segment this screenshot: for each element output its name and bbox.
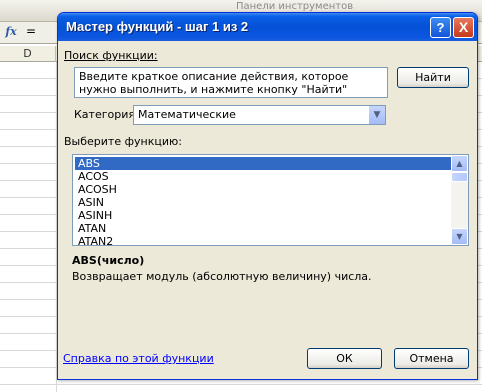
close-icon[interactable]: X (453, 17, 474, 38)
category-select[interactable]: Математические ▼ (133, 105, 386, 125)
category-value: Математические (138, 108, 236, 121)
help-icon[interactable]: ? (430, 17, 451, 38)
list-item[interactable]: ACOSH (75, 183, 451, 196)
cancel-button[interactable]: Отмена (394, 348, 469, 369)
column-header-d[interactable]: D (0, 46, 56, 62)
scrollbar[interactable]: ▲ ▼ (451, 155, 468, 245)
formula-value[interactable]: = (26, 24, 36, 38)
function-signature: ABS(число) (72, 254, 145, 267)
scrollbar-thumb[interactable] (451, 172, 468, 182)
list-item[interactable]: ATAN (75, 222, 451, 235)
function-description: Возвращает модуль (абсолютную величину) … (72, 270, 372, 283)
function-wizard-dialog: Мастер функций - шаг 1 из 2 ? X Поиск фу… (57, 12, 478, 380)
insert-function-icon[interactable]: fx (2, 24, 20, 40)
grid-line (0, 384, 482, 385)
function-list[interactable]: ABS ACOS ACOSH ASIN ASINH ATAN ATAN2 ▲ ▼ (72, 154, 469, 246)
category-label: Категория: (74, 108, 139, 121)
ok-button[interactable]: ОК (307, 348, 382, 369)
find-button[interactable]: Найти (397, 67, 469, 88)
chevron-down-icon[interactable]: ▼ (368, 106, 385, 124)
help-link[interactable]: Справка по этой функции (63, 352, 214, 365)
search-label: Поиск функции: (64, 49, 158, 62)
dialog-title: Мастер функций - шаг 1 из 2 (66, 19, 249, 34)
list-item[interactable]: ABS (75, 157, 451, 170)
list-item[interactable]: ACOS (75, 170, 451, 183)
dialog-title-bar[interactable]: Мастер функций - шаг 1 из 2 ? X (58, 13, 477, 41)
list-item[interactable]: ASIN (75, 196, 451, 209)
scroll-down-icon[interactable]: ▼ (451, 228, 468, 245)
search-input[interactable]: Введите краткое описание действия, котор… (74, 67, 388, 98)
toolbar-panel-title: Панели инструментов (236, 1, 354, 12)
select-function-label: Выберите функцию: (64, 135, 182, 148)
scroll-up-icon[interactable]: ▲ (451, 155, 468, 172)
list-item[interactable]: ASINH (75, 209, 451, 222)
list-item[interactable]: ATAN2 (75, 235, 451, 245)
